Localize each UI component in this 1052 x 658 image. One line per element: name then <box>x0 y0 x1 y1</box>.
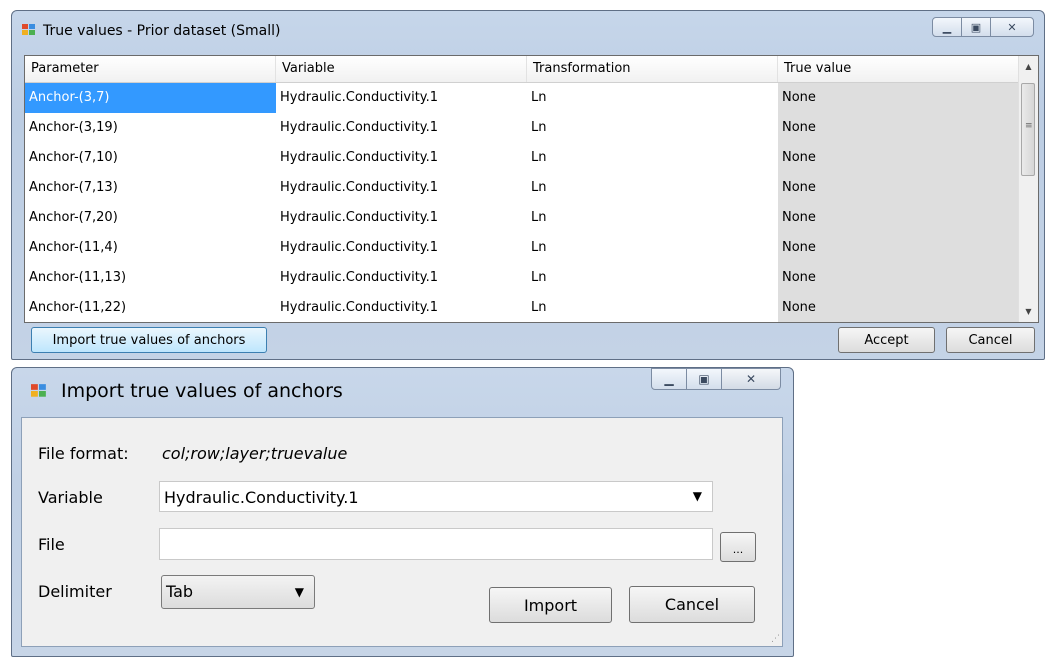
cell-variable[interactable]: Hydraulic.Conductivity.1 <box>276 263 527 293</box>
minimize-icon: ▁ <box>664 372 674 386</box>
cell-transformation[interactable]: Ln <box>527 203 778 233</box>
column-header-parameter[interactable]: Parameter <box>25 56 276 82</box>
import-form-panel: File format: col;row;layer;truevalue Var… <box>21 417 783 647</box>
file-format-label: File format: <box>38 444 129 463</box>
minimize-button[interactable]: ▁ <box>651 368 687 390</box>
cell-true-value[interactable]: None <box>778 263 1021 293</box>
table-row[interactable]: Anchor-(7,10) Hydraulic.Conductivity.1 L… <box>25 143 1021 173</box>
cell-variable[interactable]: Hydraulic.Conductivity.1 <box>276 293 527 322</box>
cancel-button[interactable]: Cancel <box>629 586 755 623</box>
chevron-down-icon: ▼ <box>692 489 702 503</box>
cell-variable[interactable]: Hydraulic.Conductivity.1 <box>276 143 527 173</box>
cell-true-value[interactable]: None <box>778 143 1021 173</box>
cell-true-value[interactable]: None <box>778 203 1021 233</box>
cell-transformation[interactable]: Ln <box>527 113 778 143</box>
cell-parameter[interactable]: Anchor-(3,7) <box>25 83 276 113</box>
file-format-value: col;row;layer;truevalue <box>162 444 348 463</box>
table-row[interactable]: Anchor-(11,22) Hydraulic.Conductivity.1 … <box>25 293 1021 322</box>
import-true-values-button[interactable]: Import true values of anchors <box>31 327 267 353</box>
delimiter-label: Delimiter <box>38 582 112 601</box>
cell-transformation[interactable]: Ln <box>527 293 778 322</box>
cell-true-value[interactable]: None <box>778 233 1021 263</box>
cell-parameter[interactable]: Anchor-(11,13) <box>25 263 276 293</box>
cell-parameter[interactable]: Anchor-(7,20) <box>25 203 276 233</box>
cell-variable[interactable]: Hydraulic.Conductivity.1 <box>276 173 527 203</box>
column-header-variable[interactable]: Variable <box>276 56 527 82</box>
close-icon: ✕ <box>745 372 757 386</box>
resize-grip-icon[interactable]: ⋰ <box>771 634 780 644</box>
window-title: True values - Prior dataset (Small) <box>43 23 281 39</box>
cell-true-value[interactable]: None <box>778 293 1021 322</box>
cell-parameter[interactable]: Anchor-(11,22) <box>25 293 276 322</box>
cell-parameter[interactable]: Anchor-(3,19) <box>25 113 276 143</box>
caption-buttons: ▁ ▣ ✕ <box>651 368 781 390</box>
cell-true-value[interactable]: None <box>778 173 1021 203</box>
table-row[interactable]: Anchor-(7,20) Hydraulic.Conductivity.1 L… <box>25 203 1021 233</box>
maximize-button[interactable]: ▣ <box>686 368 722 390</box>
cell-true-value[interactable]: None <box>778 83 1021 113</box>
minimize-button[interactable]: ▁ <box>932 17 962 37</box>
cell-variable[interactable]: Hydraulic.Conductivity.1 <box>276 233 527 263</box>
cell-transformation[interactable]: Ln <box>527 233 778 263</box>
cell-true-value[interactable]: None <box>778 113 1021 143</box>
vertical-scrollbar[interactable]: ▲ ≡ ▼ <box>1018 56 1038 322</box>
table-row[interactable]: Anchor-(7,13) Hydraulic.Conductivity.1 L… <box>25 173 1021 203</box>
variable-label: Variable <box>38 488 103 507</box>
cell-variable[interactable]: Hydraulic.Conductivity.1 <box>276 113 527 143</box>
table-row[interactable]: Anchor-(3,19) Hydraulic.Conductivity.1 L… <box>25 113 1021 143</box>
scroll-down-icon[interactable]: ▼ <box>1019 303 1038 320</box>
cell-parameter[interactable]: Anchor-(7,10) <box>25 143 276 173</box>
import-anchors-window: Import true values of anchors ▁ ▣ ✕ File… <box>11 367 794 657</box>
cell-variable[interactable]: Hydraulic.Conductivity.1 <box>276 83 527 113</box>
variable-select[interactable]: Hydraulic.Conductivity.1 ▼ <box>159 481 713 512</box>
table-row[interactable]: Anchor-(3,7) Hydraulic.Conductivity.1 Ln… <box>25 83 1021 113</box>
table-row[interactable]: Anchor-(11,13) Hydraulic.Conductivity.1 … <box>25 263 1021 293</box>
grid-rows: Anchor-(3,7) Hydraulic.Conductivity.1 Ln… <box>25 83 1021 322</box>
file-path-input[interactable] <box>159 528 713 560</box>
scroll-up-icon[interactable]: ▲ <box>1019 58 1038 75</box>
browse-button[interactable]: ... <box>720 532 756 562</box>
column-header-transformation[interactable]: Transformation <box>527 56 778 82</box>
close-button[interactable]: ✕ <box>990 17 1034 37</box>
maximize-button[interactable]: ▣ <box>961 17 991 37</box>
cell-transformation[interactable]: Ln <box>527 263 778 293</box>
scroll-grip-icon: ≡ <box>1025 121 1033 131</box>
app-icon <box>31 384 46 397</box>
true-values-window: True values - Prior dataset (Small) ▁ ▣ … <box>11 10 1045 360</box>
cancel-button[interactable]: Cancel <box>946 327 1035 353</box>
column-header-true-value[interactable]: True value <box>778 56 1021 82</box>
close-icon: ✕ <box>1007 20 1017 34</box>
table-row[interactable]: Anchor-(11,4) Hydraulic.Conductivity.1 L… <box>25 233 1021 263</box>
close-button[interactable]: ✕ <box>721 368 781 390</box>
caption-buttons: ▁ ▣ ✕ <box>932 17 1034 37</box>
chevron-down-icon: ▼ <box>294 585 304 599</box>
delimiter-select-value: Tab <box>166 582 194 601</box>
accept-button[interactable]: Accept <box>838 327 935 353</box>
maximize-icon: ▣ <box>970 20 982 34</box>
app-icon <box>22 24 35 35</box>
window-title: Import true values of anchors <box>61 380 343 402</box>
minimize-icon: ▁ <box>942 20 952 34</box>
cell-parameter[interactable]: Anchor-(11,4) <box>25 233 276 263</box>
cell-parameter[interactable]: Anchor-(7,13) <box>25 173 276 203</box>
cell-transformation[interactable]: Ln <box>527 83 778 113</box>
true-values-grid[interactable]: Parameter Variable Transformation True v… <box>24 55 1039 323</box>
delimiter-select[interactable]: Tab ▼ <box>161 575 315 609</box>
variable-select-value: Hydraulic.Conductivity.1 <box>164 488 359 507</box>
grid-header: Parameter Variable Transformation True v… <box>25 56 1021 83</box>
cell-transformation[interactable]: Ln <box>527 143 778 173</box>
cell-transformation[interactable]: Ln <box>527 173 778 203</box>
maximize-icon: ▣ <box>698 372 710 386</box>
file-label: File <box>38 535 65 554</box>
import-button[interactable]: Import <box>489 587 612 623</box>
cell-variable[interactable]: Hydraulic.Conductivity.1 <box>276 203 527 233</box>
